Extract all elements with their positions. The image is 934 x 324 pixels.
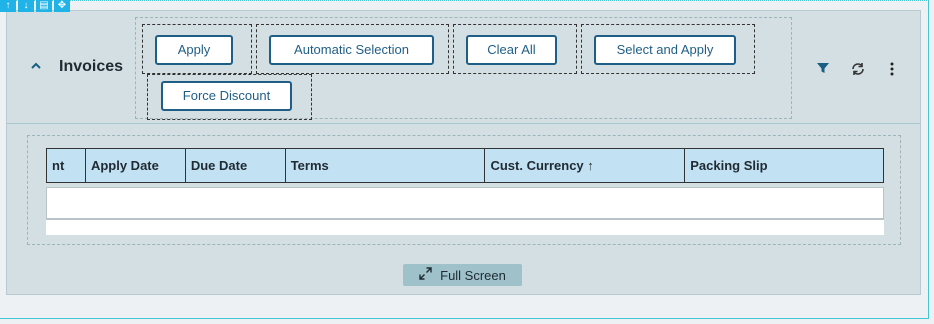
column-header-label: Cust. Currency — [490, 158, 584, 173]
select-and-apply-button[interactable]: Select and Apply — [594, 35, 736, 65]
invoices-grid: nt Apply Date Due Date Terms Cust. Curre… — [46, 148, 884, 235]
apply-button[interactable]: Apply — [155, 35, 233, 65]
chevron-up-icon[interactable] — [27, 59, 45, 77]
force-discount-button[interactable]: Force Discount — [161, 81, 292, 111]
move-icon[interactable]: ✥ — [54, 0, 70, 12]
action-slot: Automatic Selection — [256, 24, 449, 74]
column-header-apply-date[interactable]: Apply Date — [86, 149, 186, 182]
column-header[interactable]: nt — [47, 149, 86, 182]
full-screen-button[interactable]: Full Screen — [403, 264, 522, 286]
table-row[interactable] — [46, 187, 884, 219]
filter-icon[interactable] — [816, 61, 832, 77]
more-vertical-icon[interactable] — [884, 61, 900, 77]
panel-toolbar — [816, 61, 900, 77]
column-header-packing-slip[interactable]: Packing Slip — [685, 149, 884, 182]
action-slot: Clear All — [453, 24, 577, 74]
sort-ascending-icon: ↑ — [587, 158, 594, 173]
edit-toolbar: ↑ ↓ ▤ ✥ — [0, 0, 70, 12]
invoices-panel: Invoices Apply Automatic Selection Clear… — [6, 10, 921, 295]
column-header-due-date[interactable]: Due Date — [186, 149, 286, 182]
full-screen-label: Full Screen — [440, 267, 506, 283]
actions-area: Apply Automatic Selection Clear All Sele… — [135, 17, 792, 120]
action-slot: Force Discount — [147, 74, 312, 120]
action-slot: Select and Apply — [581, 24, 755, 74]
automatic-selection-button[interactable]: Automatic Selection — [269, 35, 434, 65]
panel-title: Invoices — [59, 58, 124, 75]
arrow-down-icon[interactable]: ↓ — [18, 0, 34, 12]
trash-icon[interactable]: ▤ — [36, 0, 52, 12]
panel-header: Invoices Apply Automatic Selection Clear… — [7, 11, 920, 124]
refresh-icon[interactable] — [850, 61, 866, 77]
column-header-terms[interactable]: Terms — [286, 149, 486, 182]
column-header-cust-currency[interactable]: Cust. Currency ↑ — [485, 149, 686, 182]
grid-area: nt Apply Date Due Date Terms Cust. Curre… — [27, 135, 901, 245]
grid-header: nt Apply Date Due Date Terms Cust. Curre… — [46, 148, 884, 183]
action-slot: Apply — [142, 24, 252, 74]
clear-all-button[interactable]: Clear All — [466, 35, 557, 65]
expand-icon — [419, 267, 432, 283]
arrow-up-icon[interactable]: ↑ — [0, 0, 16, 12]
table-row[interactable] — [46, 219, 884, 235]
